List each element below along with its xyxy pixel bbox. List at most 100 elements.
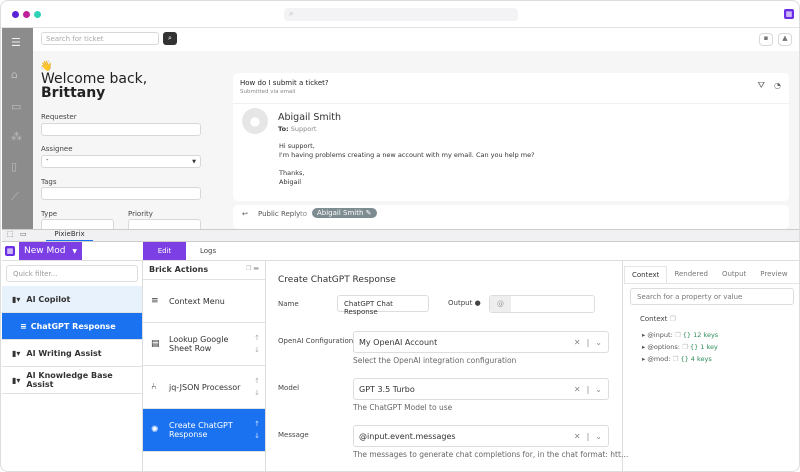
context-root-label: Context bbox=[640, 315, 667, 323]
user-name: Brittany bbox=[41, 85, 105, 101]
new-mod-button[interactable]: New Mod ▼ bbox=[19, 242, 82, 260]
ticket-body: Hi support, I'm having problems creating… bbox=[279, 142, 535, 187]
brick-context-menu[interactable]: ≡Context Menu bbox=[143, 280, 265, 323]
caret-down-icon: ▼ bbox=[192, 159, 196, 165]
assignee-select[interactable]: -▼ bbox=[41, 155, 201, 168]
document-icon: ▮▾ bbox=[12, 349, 20, 358]
move-arrows-icon[interactable]: ↑↓ bbox=[254, 418, 260, 442]
inspect-icon[interactable]: ⬚ bbox=[7, 230, 14, 238]
copy-icon[interactable]: ❐ bbox=[670, 315, 676, 323]
tab-output[interactable]: Output bbox=[715, 266, 753, 283]
copy-icon[interactable]: ❐ bbox=[246, 265, 251, 272]
mod-list: Quick filter... ▮▾AI Copilot ≡ChatGPT Re… bbox=[2, 261, 143, 472]
context-key: @mod: bbox=[647, 355, 670, 363]
device-icon[interactable]: ▭ bbox=[20, 230, 27, 238]
tab-rendered[interactable]: Rendered bbox=[667, 266, 715, 283]
mod-item-ai-writing-assist[interactable]: ▮▾ AI Writing Assist bbox=[2, 340, 142, 367]
move-arrows-icon[interactable]: ↑↓ bbox=[254, 375, 260, 399]
history-icon[interactable]: ◔ bbox=[774, 81, 781, 90]
context-value: {} 1 key bbox=[690, 343, 718, 351]
openai-icon: ✺ bbox=[151, 425, 169, 435]
brick-jq-json-processor[interactable]: ⑃jq-JSON Processor ↑↓ bbox=[143, 366, 265, 409]
chart-icon[interactable]: ⟋ bbox=[11, 190, 19, 204]
model-select[interactable]: GPT 3.5 Turbo✕|⌄ bbox=[353, 378, 609, 400]
tags-label: Tags bbox=[41, 178, 57, 186]
devtools-tabbar: ⬚ ▭ PixieBrix bbox=[2, 229, 800, 241]
context-root: Context ❐ bbox=[640, 315, 800, 323]
name-input[interactable]: ChatGPT Chat Response bbox=[337, 295, 429, 312]
avatar: ● bbox=[242, 108, 268, 134]
address-bar[interactable]: ⌕ bbox=[284, 8, 518, 21]
tab-edit[interactable]: Edit bbox=[143, 242, 186, 260]
context-key: @input: bbox=[647, 331, 672, 339]
name-label: Name bbox=[278, 300, 299, 308]
mod-item-ai-copilot[interactable]: ▮▾AI Copilot bbox=[2, 286, 142, 313]
chevron-down-icon[interactable]: ⌄ bbox=[595, 338, 602, 347]
ticket-via: Submitted via email bbox=[240, 89, 295, 95]
body-line: Hi support, bbox=[279, 142, 535, 151]
browser-window: ⌕ ▦ ☰ ⌂ ▭ ⁂ ▯ ⟋ Search for ticket ⌕ ▪ ▲ … bbox=[0, 0, 800, 472]
clear-icon[interactable]: ✕ bbox=[574, 338, 581, 347]
output-label-text: Output bbox=[448, 299, 472, 307]
info-icon: ● bbox=[475, 299, 481, 307]
inbox-icon[interactable]: ▭ bbox=[11, 100, 21, 113]
window-dot-icon bbox=[34, 11, 41, 18]
menu-icon[interactable]: ☰ bbox=[11, 36, 21, 49]
config-label: OpenAI Configuration bbox=[278, 337, 353, 345]
pixiebrix-panel: ▦ New Mod ▼ Edit Logs Quick filter... ▮▾… bbox=[2, 241, 800, 472]
recipient-chip[interactable]: Abigail Smith ✎ bbox=[312, 208, 377, 218]
requester-input[interactable] bbox=[41, 123, 201, 136]
search-button[interactable]: ⌕ bbox=[163, 32, 177, 45]
context-item-mod[interactable]: ▸ @mod: ❐ {} 4 keys bbox=[642, 353, 800, 365]
tags-input[interactable] bbox=[41, 187, 201, 200]
mod-item-ai-knowledge-base-assist[interactable]: ▮▾AI Knowledge Base Assist bbox=[2, 367, 142, 394]
brick-lookup-google-sheet-row[interactable]: ▤Lookup Google Sheet Row↑↓ bbox=[143, 323, 265, 366]
chevron-down-icon[interactable]: ⌄ bbox=[595, 385, 602, 394]
move-arrows-icon[interactable]: ↑↓ bbox=[254, 332, 260, 356]
building-icon[interactable]: ▯ bbox=[11, 160, 17, 173]
clear-icon[interactable]: ✕ bbox=[574, 432, 581, 441]
config-value: My OpenAI Account bbox=[359, 338, 437, 347]
assignee-label: Assignee bbox=[41, 145, 73, 153]
context-value: {} 12 keys bbox=[683, 331, 718, 339]
mod-label: AI Writing Assist bbox=[26, 349, 101, 358]
sender-name: Abigail Smith bbox=[278, 112, 341, 123]
message-select[interactable]: @input.event.messages✕|⌄ bbox=[353, 425, 609, 447]
chat-icon[interactable]: ▪ bbox=[759, 33, 773, 46]
quick-filter-input[interactable]: Quick filter... bbox=[6, 265, 138, 282]
context-key: @options: bbox=[647, 343, 680, 351]
tab-pixiebrix[interactable]: PixieBrix bbox=[46, 229, 93, 241]
tab-preview[interactable]: Preview bbox=[753, 266, 794, 283]
brick-create-chatgpt-response[interactable]: ✺Create ChatGPT Response↑↓ bbox=[143, 409, 265, 452]
tab-context[interactable]: Context bbox=[624, 266, 667, 283]
brick-label: jq-JSON Processor bbox=[169, 383, 240, 392]
bell-icon[interactable]: ▲ bbox=[778, 33, 792, 46]
body-line: Thanks, bbox=[279, 169, 535, 178]
message-field: @input.event.messages✕|⌄ The messages to… bbox=[353, 425, 609, 459]
clear-icon[interactable]: ✕ bbox=[574, 385, 581, 394]
context-item-options[interactable]: ▸ @options: ❐ {} 1 key bbox=[642, 341, 800, 353]
pixiebrix-extension-icon[interactable]: ▦ bbox=[784, 9, 794, 19]
chevron-down-icon[interactable]: ⌄ bbox=[595, 432, 602, 441]
reply-to: to bbox=[300, 210, 307, 218]
body-line: I'm having problems creating a new accou… bbox=[279, 151, 535, 160]
users-icon[interactable]: ⁂ bbox=[11, 130, 22, 143]
reply-bar[interactable]: ↩ Public Reply to Abigail Smith ✎ bbox=[233, 205, 789, 229]
list-icon: ≡ bbox=[20, 322, 27, 331]
to-label: To: bbox=[278, 125, 289, 133]
message-help: The messages to generate chat completion… bbox=[353, 450, 609, 459]
brick-actions-header: Brick Actions❐ ▬ bbox=[143, 261, 265, 280]
output-prefix: @ bbox=[490, 296, 511, 312]
context-search-input[interactable]: Search for a property or value bbox=[630, 288, 794, 305]
home-icon[interactable]: ⌂ bbox=[11, 68, 18, 81]
filter-icon[interactable]: ⛛ bbox=[757, 81, 765, 91]
processor-icon: ⑃ bbox=[151, 382, 169, 392]
config-select[interactable]: My OpenAI Account✕|⌄ bbox=[353, 331, 609, 353]
context-item-input[interactable]: ▸ @input: ❐ {} 12 keys bbox=[642, 329, 800, 341]
tab-logs[interactable]: Logs bbox=[200, 242, 216, 260]
trash-icon[interactable]: ▬ bbox=[253, 265, 259, 272]
reply-label: Public Reply bbox=[258, 210, 300, 218]
output-input[interactable]: @ bbox=[489, 295, 595, 313]
mod-item-chatgpt-response[interactable]: ≡ChatGPT Response bbox=[2, 313, 142, 340]
ticket-search-input[interactable]: Search for ticket bbox=[41, 32, 159, 45]
